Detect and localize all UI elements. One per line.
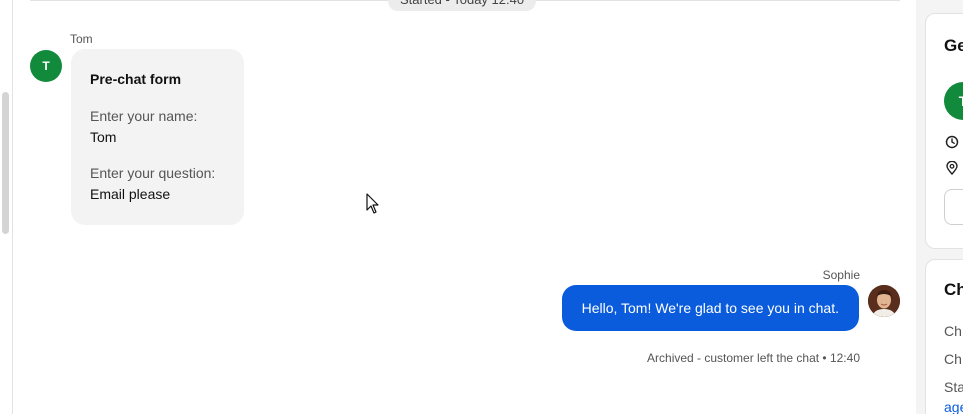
customer-card-avatar: T: [944, 82, 963, 120]
prechat-form-title: Pre-chat form: [90, 71, 182, 87]
chat-transcript: Started - Today 12:40 Tom T Pre-chat for…: [14, 0, 916, 414]
chat-info-line: Ch: [944, 323, 962, 339]
prechat-field-label: Enter your question:: [90, 165, 216, 181]
general-card-action-button[interactable]: [944, 189, 963, 225]
prechat-field-label: Enter your name:: [90, 108, 198, 124]
archived-status-note: Archived - customer left the chat • 12:4…: [647, 351, 860, 365]
prechat-field-value: Tom: [90, 129, 117, 145]
prechat-form-message: Pre-chat form Enter your name: Tom Enter…: [71, 49, 244, 225]
details-sidebar: Ge T Ch Ch Ch Sta age: [916, 0, 963, 414]
agent-avatar: [868, 285, 900, 317]
chat-info-card: Ch Ch Ch Sta age: [925, 259, 963, 414]
chat-card-title: Ch: [944, 280, 963, 299]
chat-info-line: Sta: [944, 379, 963, 395]
chat-info-line: Ch: [944, 351, 962, 367]
left-gutter: [0, 0, 13, 414]
prechat-field-value: Email please: [90, 186, 171, 202]
location-pin-icon: [946, 161, 958, 175]
general-card-title: Ge: [944, 36, 963, 55]
general-info-card: Ge T: [925, 13, 963, 249]
scrollbar-thumb[interactable]: [2, 92, 9, 234]
agent-message-bubble: Hello, Tom! We're glad to see you in cha…: [561, 285, 859, 331]
customer-avatar: T: [30, 50, 62, 82]
chat-started-label: Started - Today 12:40: [388, 0, 537, 11]
chat-info-link[interactable]: age: [944, 399, 963, 414]
mouse-pointer-icon: [366, 193, 379, 214]
agent-name-label: Sophie: [822, 268, 860, 282]
clock-icon: [945, 135, 959, 149]
customer-name-label: Tom: [70, 32, 93, 46]
